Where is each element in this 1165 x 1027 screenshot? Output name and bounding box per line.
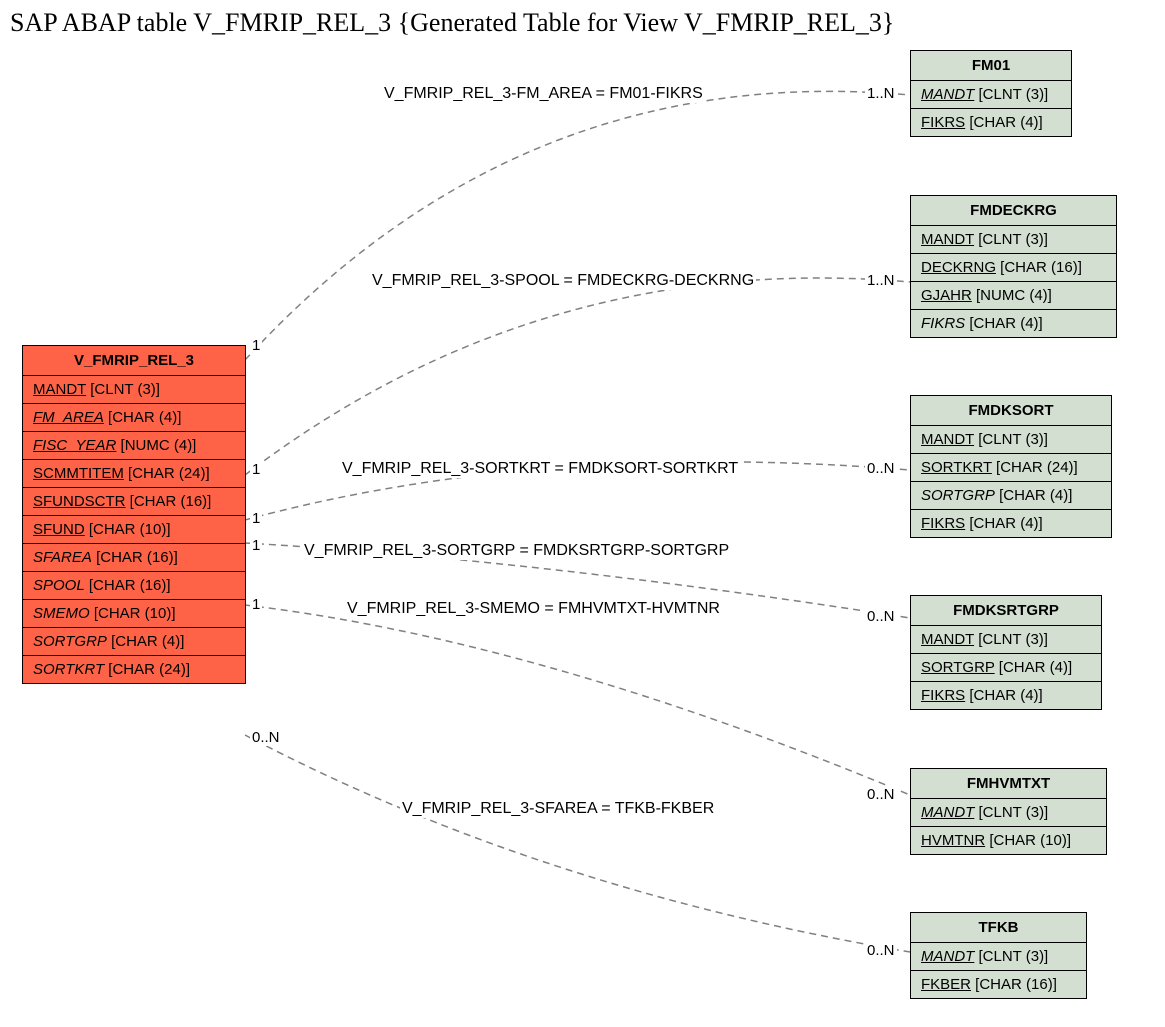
- entity-field: SORTGRP [CHAR (4)]: [911, 654, 1101, 682]
- entity-field: SORTGRP [CHAR (4)]: [911, 482, 1111, 510]
- entity-field: FM_AREA [CHAR (4)]: [23, 404, 245, 432]
- entity-main: V_FMRIP_REL_3 MANDT [CLNT (3)]FM_AREA [C…: [22, 345, 246, 684]
- entity-fm01: FM01 MANDT [CLNT (3)]FIKRS [CHAR (4)]: [910, 50, 1072, 137]
- entity-header: FM01: [911, 51, 1071, 81]
- entity-field: SFAREA [CHAR (16)]: [23, 544, 245, 572]
- card-left-5: 0..N: [250, 729, 282, 746]
- entity-header: FMDKSORT: [911, 396, 1111, 426]
- entity-main-header: V_FMRIP_REL_3: [23, 346, 245, 376]
- card-left-4: 1: [250, 596, 262, 613]
- entity-field: MANDT [CLNT (3)]: [911, 426, 1111, 454]
- entity-field: FISC_YEAR [NUMC (4)]: [23, 432, 245, 460]
- entity-field: GJAHR [NUMC (4)]: [911, 282, 1116, 310]
- entity-field: FIKRS [CHAR (4)]: [911, 109, 1071, 136]
- entity-field: SFUND [CHAR (10)]: [23, 516, 245, 544]
- entity-field: MANDT [CLNT (3)]: [911, 799, 1106, 827]
- entity-field: MANDT [CLNT (3)]: [911, 226, 1116, 254]
- entity-header: FMDKSRTGRP: [911, 596, 1101, 626]
- card-right-0: 1..N: [865, 85, 897, 102]
- entity-fmdeckrg: FMDECKRG MANDT [CLNT (3)]DECKRNG [CHAR (…: [910, 195, 1117, 338]
- entity-fmdksrtgrp: FMDKSRTGRP MANDT [CLNT (3)]SORTGRP [CHAR…: [910, 595, 1102, 710]
- card-right-4: 0..N: [865, 786, 897, 803]
- relation-label-5: V_FMRIP_REL_3-SFAREA = TFKB-FKBER: [400, 800, 716, 818]
- entity-field: FKBER [CHAR (16)]: [911, 971, 1086, 998]
- entity-tfkb: TFKB MANDT [CLNT (3)]FKBER [CHAR (16)]: [910, 912, 1087, 999]
- relation-label-1: V_FMRIP_REL_3-SPOOL = FMDECKRG-DECKRNG: [370, 272, 756, 290]
- card-left-1: 1: [250, 461, 262, 478]
- card-left-3: 1: [250, 537, 262, 554]
- relation-label-2: V_FMRIP_REL_3-SORTKRT = FMDKSORT-SORTKRT: [340, 460, 740, 478]
- entity-field: SFUNDSCTR [CHAR (16)]: [23, 488, 245, 516]
- entity-field: MANDT [CLNT (3)]: [23, 376, 245, 404]
- relation-label-4: V_FMRIP_REL_3-SMEMO = FMHVMTXT-HVMTNR: [345, 600, 722, 618]
- entity-fmhvmtxt: FMHVMTXT MANDT [CLNT (3)]HVMTNR [CHAR (1…: [910, 768, 1107, 855]
- entity-field: SMEMO [CHAR (10)]: [23, 600, 245, 628]
- entity-field: SORTGRP [CHAR (4)]: [23, 628, 245, 656]
- entity-field: MANDT [CLNT (3)]: [911, 626, 1101, 654]
- entity-header: TFKB: [911, 913, 1086, 943]
- card-left-0: 1: [250, 337, 262, 354]
- entity-field: FIKRS [CHAR (4)]: [911, 682, 1101, 709]
- card-right-3: 0..N: [865, 608, 897, 625]
- card-right-2: 0..N: [865, 460, 897, 477]
- entity-header: FMHVMTXT: [911, 769, 1106, 799]
- card-right-1: 1..N: [865, 272, 897, 289]
- entity-field: SORTKRT [CHAR (24)]: [911, 454, 1111, 482]
- card-right-5: 0..N: [865, 942, 897, 959]
- relation-label-3: V_FMRIP_REL_3-SORTGRP = FMDKSRTGRP-SORTG…: [302, 542, 731, 560]
- entity-field: MANDT [CLNT (3)]: [911, 943, 1086, 971]
- entity-field: SORTKRT [CHAR (24)]: [23, 656, 245, 683]
- entity-field: HVMTNR [CHAR (10)]: [911, 827, 1106, 854]
- card-left-2: 1: [250, 510, 262, 527]
- entity-header: FMDECKRG: [911, 196, 1116, 226]
- entity-fmdksort: FMDKSORT MANDT [CLNT (3)]SORTKRT [CHAR (…: [910, 395, 1112, 538]
- diagram-title: SAP ABAP table V_FMRIP_REL_3 {Generated …: [10, 8, 894, 38]
- entity-field: FIKRS [CHAR (4)]: [911, 510, 1111, 537]
- entity-field: DECKRNG [CHAR (16)]: [911, 254, 1116, 282]
- relation-label-0: V_FMRIP_REL_3-FM_AREA = FM01-FIKRS: [382, 85, 705, 103]
- entity-field: MANDT [CLNT (3)]: [911, 81, 1071, 109]
- entity-field: SPOOL [CHAR (16)]: [23, 572, 245, 600]
- entity-field: SCMMTITEM [CHAR (24)]: [23, 460, 245, 488]
- entity-field: FIKRS [CHAR (4)]: [911, 310, 1116, 337]
